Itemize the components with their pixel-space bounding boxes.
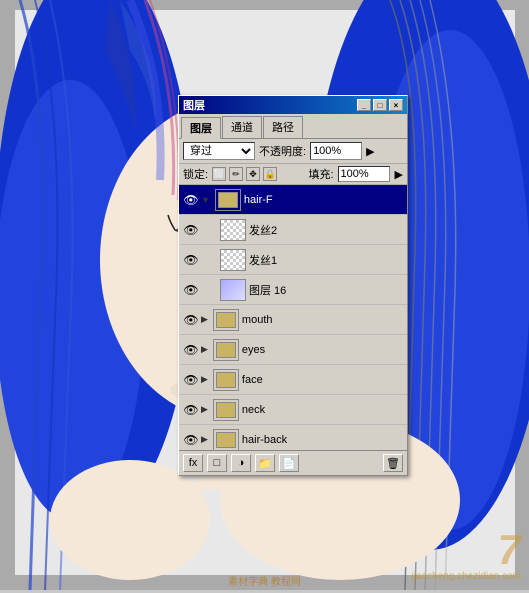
eye-icon-mouth[interactable]: 👁	[181, 310, 201, 330]
bottom-text: 素材字典 教程网	[228, 573, 301, 588]
layer-name-hair-back: hair-back	[242, 434, 405, 446]
restore-button[interactable]: □	[373, 99, 387, 111]
new-group-button[interactable]: 📁	[255, 454, 275, 472]
panel-toolbar: fx □ ◑ 📁 📄 🗑	[179, 450, 407, 475]
layer-item-neck[interactable]: 👁 ▶ neck	[179, 395, 407, 425]
folder-icon-mouth	[216, 312, 236, 328]
thumb-eyes	[213, 339, 239, 361]
layer-item-layer16[interactable]: 👁 图层 16	[179, 275, 407, 305]
watermark-site1: jiaocheng.chazidian.com	[411, 571, 521, 582]
thumb-face	[213, 369, 239, 391]
lock-row: 锁定: ⬜ ✏ ✥ 🔒 填充: 100% ▶	[179, 164, 407, 185]
arrow-mouth[interactable]: ▶	[201, 314, 208, 325]
thumb-neck	[213, 399, 239, 421]
layer-item-face[interactable]: 👁 ▶ face	[179, 365, 407, 395]
tab-channels[interactable]: 通道	[222, 116, 262, 138]
layer-mask-button[interactable]: □	[207, 454, 227, 472]
opacity-value[interactable]: 100%	[310, 142, 362, 160]
panel-title: 图层	[183, 97, 205, 113]
delete-layer-button[interactable]: 🗑	[383, 454, 403, 472]
eye-icon-hairstrand1[interactable]: 👁	[181, 250, 201, 270]
eye-icon-hair-back[interactable]: 👁	[181, 430, 201, 450]
folder-icon-eyes	[216, 342, 236, 358]
lock-all-button[interactable]: 🔒	[263, 167, 277, 181]
opacity-arrow[interactable]: ▶	[366, 145, 374, 158]
thumb-hairstrand2	[220, 219, 246, 241]
layer-name-hairstrand1: 发丝1	[249, 252, 405, 268]
layer-item-hairstrand1[interactable]: 👁 发丝1	[179, 245, 407, 275]
eye-icon-hair-f[interactable]: 👁	[181, 190, 201, 210]
eye-icon-eyes[interactable]: 👁	[181, 340, 201, 360]
eye-icon-face[interactable]: 👁	[181, 370, 201, 390]
layers-list: 👁 ▼ hair-F 👁 发丝2 👁 发丝1 👁 图层 16	[179, 185, 407, 450]
arrow-hair-back[interactable]: ▶	[201, 434, 208, 445]
adjustment-layer-button[interactable]: ◑	[231, 454, 251, 472]
new-layer-button[interactable]: 📄	[279, 454, 299, 472]
fill-arrow[interactable]: ▶	[395, 168, 403, 181]
eye-icon-layer16[interactable]: 👁	[181, 280, 201, 300]
lock-transparent-button[interactable]: ⬜	[212, 167, 226, 181]
layer-fx-button[interactable]: fx	[183, 454, 203, 472]
folder-icon-face	[216, 372, 236, 388]
minimize-button[interactable]: _	[357, 99, 371, 111]
layer-name-layer16: 图层 16	[249, 282, 405, 298]
thumb-hair-back	[213, 429, 239, 451]
controls-row: 穿过 正常 正片叠底 不透明度: 100% ▶	[179, 139, 407, 164]
arrow-face[interactable]: ▶	[201, 374, 208, 385]
layer-item-hairstrand2[interactable]: 👁 发丝2	[179, 215, 407, 245]
layer-name-eyes: eyes	[242, 344, 405, 356]
layer-name-neck: neck	[242, 404, 405, 416]
layer-name-mouth: mouth	[242, 314, 405, 326]
thumb-layer16	[220, 279, 246, 301]
tabs-row: 图层 通道 路径	[179, 114, 407, 139]
eye-icon-neck[interactable]: 👁	[181, 400, 201, 420]
arrow-neck[interactable]: ▶	[201, 404, 208, 415]
layer-item-eyes[interactable]: 👁 ▶ eyes	[179, 335, 407, 365]
titlebar-buttons: _ □ ×	[357, 99, 403, 111]
layer-name-hair-f: hair-F	[244, 194, 405, 206]
fill-label: 填充:	[308, 166, 333, 182]
close-button[interactable]: ×	[389, 99, 403, 111]
fill-value[interactable]: 100%	[338, 166, 390, 182]
tab-paths[interactable]: 路径	[263, 116, 303, 138]
thumb-hairstrand1	[220, 249, 246, 271]
layer-name-face: face	[242, 374, 405, 386]
arrow-hair-f[interactable]: ▼	[201, 195, 210, 205]
tab-layers[interactable]: 图层	[181, 117, 221, 139]
lock-label: 锁定:	[183, 166, 208, 182]
lock-paint-button[interactable]: ✏	[229, 167, 243, 181]
blend-mode-select[interactable]: 穿过 正常 正片叠底	[183, 142, 255, 160]
watermark-logo: 7	[411, 529, 521, 571]
folder-icon-hair-back	[216, 432, 236, 448]
panel-titlebar: 图层 _ □ ×	[179, 96, 407, 114]
layer-item-hair-back[interactable]: 👁 ▶ hair-back	[179, 425, 407, 450]
thumb-hair-f	[215, 189, 241, 211]
layer-item-mouth[interactable]: 👁 ▶ mouth	[179, 305, 407, 335]
eye-icon-hairstrand2[interactable]: 👁	[181, 220, 201, 240]
watermark-area: 7 jiaocheng.chazidian.com	[411, 529, 521, 582]
layer-item-hair-f[interactable]: 👁 ▼ hair-F	[179, 185, 407, 215]
thumb-mouth	[213, 309, 239, 331]
arrow-eyes[interactable]: ▶	[201, 344, 208, 355]
lock-move-button[interactable]: ✥	[246, 167, 260, 181]
opacity-label: 不透明度:	[259, 143, 306, 159]
folder-icon-neck	[216, 402, 236, 418]
folder-icon-hair-f	[218, 192, 238, 208]
layer-name-hairstrand2: 发丝2	[249, 222, 405, 238]
lock-icons: ⬜ ✏ ✥ 🔒	[212, 167, 277, 181]
layers-panel: 图层 _ □ × 图层 通道 路径 穿过 正常 正片叠底 不透明度: 100% …	[178, 95, 408, 476]
